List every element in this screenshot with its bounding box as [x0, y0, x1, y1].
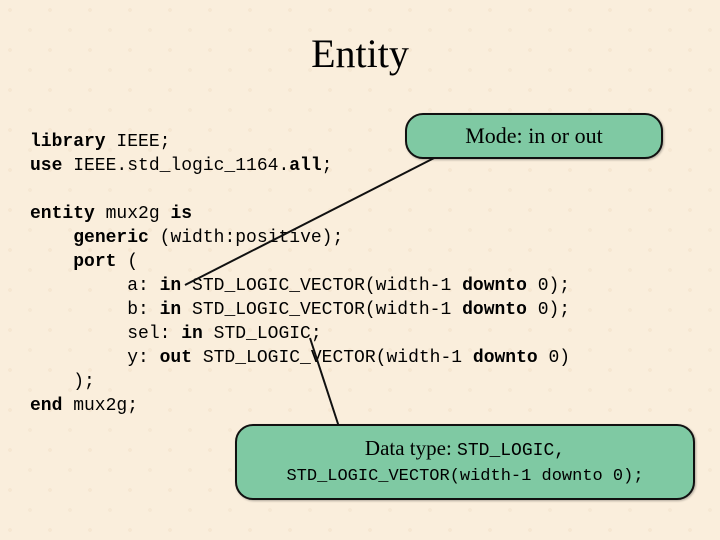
- kw-end: end: [30, 396, 62, 416]
- port-b-rest: STD_LOGIC_VECTOR(width-1: [181, 300, 462, 320]
- port-y-name: y:: [127, 348, 159, 368]
- kw-all: all: [289, 156, 321, 176]
- slide-title: Entity: [0, 30, 720, 77]
- callout-datatype: Data type: STD_LOGIC, STD_LOGIC_VECTOR(w…: [235, 424, 695, 500]
- port-close: );: [73, 372, 95, 392]
- semi-1: ;: [322, 156, 333, 176]
- port-open: (: [116, 252, 138, 272]
- use-rest: IEEE.std_logic_1164.: [62, 156, 289, 176]
- kw-is: is: [170, 204, 192, 224]
- kw-out-y: out: [160, 348, 192, 368]
- callout-mode-prefix: Mode:: [465, 123, 528, 148]
- lib-name: IEEE;: [106, 132, 171, 152]
- end-rest: mux2g;: [62, 396, 138, 416]
- kw-library: library: [30, 132, 106, 152]
- callout-datatype-type2: STD_LOGIC_VECTOR(width-1 downto 0);: [249, 467, 681, 486]
- vhdl-code-block: library IEEE; use IEEE.std_logic_1164.al…: [30, 130, 570, 418]
- port-sel-rest: STD_LOGIC;: [203, 324, 322, 344]
- callout-datatype-sep: ,: [554, 441, 565, 461]
- port-a-rest: STD_LOGIC_VECTOR(width-1: [181, 276, 462, 296]
- callout-mode-text: in or out: [528, 123, 603, 148]
- callout-datatype-type1: STD_LOGIC: [457, 441, 554, 461]
- port-b-name: b:: [127, 300, 159, 320]
- port-sel-name: sel:: [127, 324, 181, 344]
- entity-name: mux2g: [95, 204, 171, 224]
- callout-datatype-prefix: Data type:: [365, 436, 457, 460]
- kw-downto-y: downto: [473, 348, 538, 368]
- callout-mode: Mode: in or out: [405, 113, 663, 159]
- port-a-tail: 0);: [527, 276, 570, 296]
- kw-downto-b: downto: [462, 300, 527, 320]
- kw-in-b: in: [160, 300, 182, 320]
- kw-in-sel: in: [181, 324, 203, 344]
- kw-generic: generic: [73, 228, 149, 248]
- kw-use: use: [30, 156, 62, 176]
- port-y-rest: STD_LOGIC_VECTOR(width-1: [192, 348, 473, 368]
- port-y-tail: 0): [538, 348, 570, 368]
- generic-rest: (width:positive);: [149, 228, 343, 248]
- kw-downto-a: downto: [462, 276, 527, 296]
- kw-entity: entity: [30, 204, 95, 224]
- port-a-name: a:: [127, 276, 159, 296]
- kw-port: port: [73, 252, 116, 272]
- kw-in-a: in: [160, 276, 182, 296]
- port-b-tail: 0);: [527, 300, 570, 320]
